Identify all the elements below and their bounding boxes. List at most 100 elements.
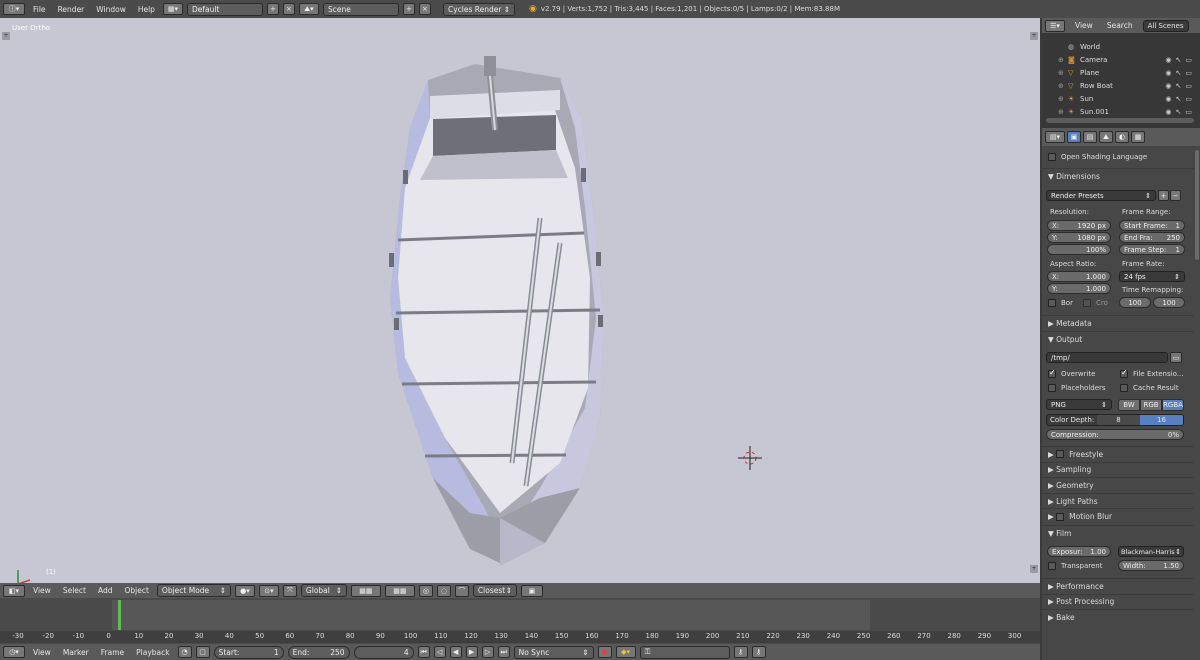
add-layout-icon[interactable]: + [266, 3, 279, 15]
remap-old-field[interactable]: 100 [1119, 297, 1151, 308]
outliner-item[interactable]: ◍ World [1042, 40, 1192, 53]
prev-keyframe-icon[interactable]: ◁ [433, 646, 446, 658]
panel-light-paths[interactable]: ▶ Light Paths [1042, 492, 1194, 509]
scene-icon[interactable]: ⛰▾ [298, 3, 319, 15]
file-format-select[interactable]: PNG ⇕ [1046, 399, 1112, 410]
panel-geometry[interactable]: ▶ Geometry [1042, 477, 1194, 493]
scene-field[interactable]: Scene [322, 2, 399, 16]
res-percent-field[interactable]: 100% [1047, 244, 1111, 255]
start-frame-field[interactable]: Start: 1 [213, 645, 284, 659]
insert-keyframe-icon[interactable]: ⚷ [733, 646, 748, 658]
editor-type-outliner-icon[interactable]: ☰▾ [1045, 19, 1065, 32]
outliner-scrollbar[interactable] [1046, 118, 1194, 123]
snap-icon[interactable]: ⌒ [454, 584, 469, 597]
lock-range-icon[interactable]: ▢ [195, 646, 210, 658]
render-camera-icon[interactable]: ▭ [1185, 56, 1192, 64]
panel-metadata[interactable]: ▶ Metadata [1042, 315, 1194, 330]
expand-dot-icon[interactable]: ⊕ [1058, 69, 1068, 77]
osl-checkbox[interactable] [1048, 153, 1056, 161]
mode-select[interactable]: Object Mode ⇕ [156, 584, 231, 597]
menu-view[interactable]: View [29, 586, 55, 595]
outliner[interactable]: ☰▾ View Search All Scenes ◍ World ⊕ ◙ Camera… [1042, 18, 1200, 128]
panel-dimensions[interactable]: ▼ Dimensions [1042, 168, 1194, 183]
select-cursor-icon[interactable]: ↖ [1176, 56, 1182, 64]
proportional-edit-icon[interactable]: ◌ [436, 584, 451, 597]
3d-cursor-icon[interactable] [738, 446, 762, 470]
depth-8-button[interactable]: 8 [1097, 415, 1140, 425]
render-camera-icon[interactable]: ▭ [1185, 95, 1192, 103]
res-x-field[interactable]: X: 1920 px [1047, 220, 1111, 231]
3d-viewport[interactable]: User Ortho + + + (1) [0, 18, 1040, 583]
remap-new-field[interactable]: 100 [1153, 297, 1185, 308]
output-path-field[interactable]: /tmp/ [1046, 352, 1168, 363]
screen-layout-icon[interactable]: ▦▾ [162, 3, 183, 15]
record-icon[interactable]: ● [597, 646, 612, 658]
menu-view-timeline[interactable]: View [29, 648, 55, 657]
panel-bake[interactable]: ▶ Bake [1042, 609, 1194, 625]
filter-type-select[interactable]: Blackman-Harris ⇕ [1118, 546, 1184, 557]
layers-icon[interactable]: ▦▦ [350, 584, 381, 597]
select-cursor-icon[interactable]: ↖ [1176, 69, 1182, 77]
remove-preset-icon[interactable]: − [1170, 190, 1181, 201]
properties-scrollbar[interactable] [1195, 150, 1199, 260]
pivot-point-icon[interactable]: ⊙▾ [258, 584, 279, 597]
filter-width-field[interactable]: Width: 1.50 [1118, 560, 1184, 571]
snap-target-select[interactable]: Closest ⇕ [472, 584, 517, 597]
render-preview-icon[interactable]: ▣ [520, 584, 543, 597]
panel-enable-checkbox[interactable] [1056, 450, 1065, 459]
render-engine-select[interactable]: Cycles Render ⇕ [442, 2, 515, 16]
screen-layout-field[interactable]: Default [186, 2, 263, 16]
outliner-item[interactable]: ⊕ ▽ Row Boat ◉ ↖ ▭ [1042, 79, 1192, 92]
world-tab-icon[interactable]: ◐ [1115, 131, 1129, 143]
panel-performance[interactable]: ▶ Performance [1042, 578, 1194, 594]
select-cursor-icon[interactable]: ↖ [1176, 108, 1182, 116]
color-mode-rgb[interactable]: RGB [1140, 399, 1162, 411]
menu-marker[interactable]: Marker [59, 648, 93, 657]
outliner-item[interactable]: ⊕ ▽ Plane ◉ ↖ ▭ [1042, 66, 1192, 79]
remove-scene-icon[interactable]: × [418, 3, 431, 15]
visibility-eye-icon[interactable]: ◉ [1165, 82, 1171, 90]
panel-motion-blur[interactable]: ▶ Motion Blur [1042, 508, 1194, 524]
outliner-tab-view[interactable]: View [1071, 21, 1097, 30]
placeholders-checkbox[interactable] [1048, 384, 1056, 392]
panel-post-processing[interactable]: ▶ Post Processing [1042, 593, 1194, 610]
folder-icon[interactable]: ▭ [1170, 352, 1182, 363]
panel-sampling[interactable]: ▶ Sampling [1042, 461, 1194, 478]
visibility-eye-icon[interactable]: ◉ [1165, 56, 1171, 64]
keying-set-icon[interactable]: ◆▾ [615, 646, 636, 658]
display-mode-select[interactable]: All Scenes [1142, 19, 1189, 32]
menu-select[interactable]: Select [59, 586, 90, 595]
layers-icon[interactable]: ▦▦ [384, 584, 415, 597]
visibility-eye-icon[interactable]: ◉ [1165, 95, 1171, 103]
delete-keyframe-icon[interactable]: ⚷ [751, 646, 766, 658]
viewport-shading-icon[interactable]: ●▾ [234, 584, 255, 597]
current-frame-field[interactable]: 4 [353, 645, 414, 659]
menu-help[interactable]: Help [134, 5, 159, 14]
select-cursor-icon[interactable]: ↖ [1176, 95, 1182, 103]
add-scene-icon[interactable]: + [402, 3, 415, 15]
render-tab-icon[interactable]: ▣ [1067, 131, 1081, 143]
color-mode-rgba[interactable]: RGBA [1162, 399, 1184, 411]
playhead[interactable] [118, 600, 121, 630]
color-mode-bw[interactable]: BW [1118, 399, 1140, 411]
compression-slider[interactable]: Compression: 0% [1046, 429, 1184, 440]
panel-film[interactable]: ▼ Film [1042, 525, 1194, 540]
frame-rate-select[interactable]: 24 fps ⇕ [1119, 271, 1185, 282]
timeline-area[interactable]: -30 -20 -10 0 10 20 30 40 50 60 70 80 90 100 110 120 130… [0, 598, 1040, 644]
end-frame-prop-field[interactable]: End Fra: 250 [1119, 232, 1185, 243]
next-keyframe-icon[interactable]: ▷ [481, 646, 494, 658]
jump-start-icon[interactable]: ⏮ [417, 646, 430, 658]
preview-range-icon[interactable]: ◔ [177, 646, 192, 658]
visibility-eye-icon[interactable]: ◉ [1165, 108, 1171, 116]
start-frame-prop-field[interactable]: Start Frame: 1 [1119, 220, 1185, 231]
render-camera-icon[interactable]: ▭ [1185, 69, 1192, 77]
editor-type-timeline-icon[interactable]: ◷▾ [3, 646, 25, 658]
menu-playback[interactable]: Playback [132, 648, 173, 657]
aspect-x-field[interactable]: X: 1.000 [1047, 271, 1111, 282]
crop-checkbox[interactable] [1083, 299, 1091, 307]
panel-enable-checkbox[interactable] [1056, 512, 1065, 521]
orientation-select[interactable]: Global ⇕ [300, 584, 347, 597]
object-tab-icon[interactable]: ▦ [1131, 131, 1145, 143]
file-extension-checkbox[interactable] [1120, 368, 1128, 378]
expand-dot-icon[interactable]: ⊕ [1058, 108, 1068, 116]
